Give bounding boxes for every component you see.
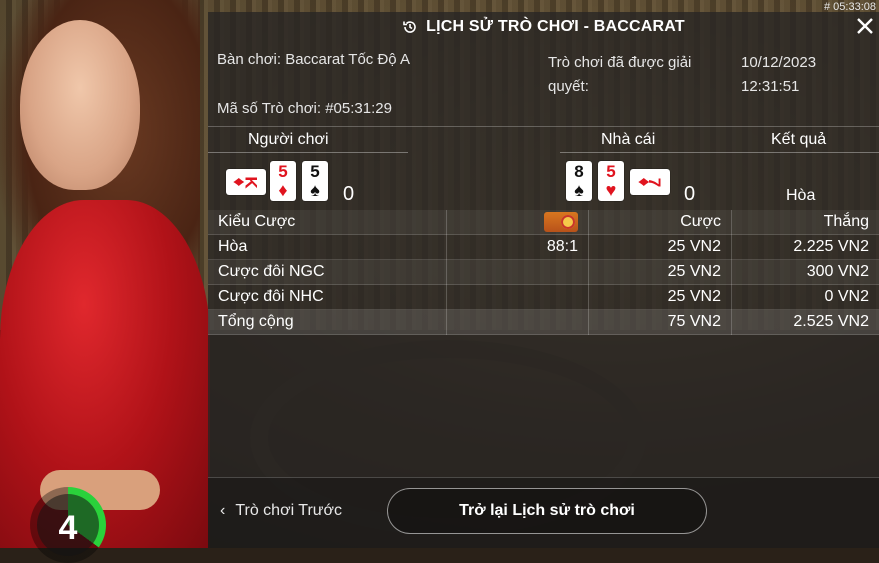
player-score: 0 (343, 183, 354, 206)
outcome: Hòa (786, 187, 815, 205)
game-history-panel: LỊCH SỬ TRÒ CHƠI - BACCARAT Bàn chơi: Ba… (208, 12, 879, 548)
dealer-face (20, 20, 140, 190)
bet-amount: 25 VN2 (589, 235, 732, 260)
close-icon[interactable] (855, 16, 875, 36)
bet-odds (447, 260, 589, 285)
chip-icon (544, 212, 578, 232)
settled-date: 10/12/2023 (741, 51, 816, 75)
total-bet: 75 VN2 (589, 310, 732, 335)
bet-type: Hòa (208, 235, 447, 260)
bet-odds: 88:1 (447, 235, 589, 260)
bets-table: Kiểu Cược Cược Thắng Hòa 88:1 25 VN2 2.2… (208, 210, 879, 335)
player-card: ♦K (226, 169, 266, 195)
total-odds (447, 310, 589, 335)
timer-value: 4 (30, 509, 106, 548)
countdown-timer: 4 (30, 487, 106, 563)
bet-type: Cược đôi NGC (208, 260, 447, 285)
player-header: Người chơi (248, 131, 329, 149)
card-rank: 8 (566, 162, 592, 181)
card-suit: ♦ (270, 181, 296, 199)
header-divider (208, 152, 408, 153)
settled-time: 12:31:51 (741, 75, 799, 99)
card-suit: ♥ (598, 181, 624, 199)
card-rank: 5 (302, 162, 328, 181)
card-suit: ♠ (302, 181, 328, 199)
chevron-left-icon: ‹ (220, 502, 225, 520)
previous-game-label: Trò chơi Trước (235, 502, 342, 520)
panel-header: LỊCH SỬ TRÒ CHƠI - BACCARAT (208, 12, 879, 42)
settled-label: Trò chơi đã được giải quyết: (548, 51, 728, 99)
banker-card: ♦7 (630, 169, 670, 195)
total-label: Tổng cộng (208, 310, 447, 335)
card-rank: 5 (270, 162, 296, 181)
card-suit: ♠ (566, 181, 592, 199)
win-amount: 2.225 VN2 (732, 235, 879, 260)
table-row: Hòa 88:1 25 VN2 2.225 VN2 (208, 235, 879, 260)
win-amount: 0 VN2 (732, 285, 879, 310)
game-result: Người chơi Nhà cái Kết quả ♦K5♦5♠ 0 8♠5♥… (208, 126, 879, 213)
player-card: 5♦ (270, 161, 296, 201)
back-to-history-button[interactable]: Trở lại Lịch sử trò chơi (387, 488, 707, 534)
panel-footer: ‹ Trò chơi Trước Trở lại Lịch sử trò chơ… (208, 477, 879, 548)
win-amount: 300 VN2 (732, 260, 879, 285)
bet-amount: 25 VN2 (589, 285, 732, 310)
card-rank: K (242, 176, 261, 188)
bet-type: Cược đôi NHC (208, 285, 447, 310)
card-rank: 5 (598, 162, 624, 181)
bet-odds (447, 285, 589, 310)
total-win: 2.525 VN2 (732, 310, 879, 335)
table-name: Bàn chơi: Baccarat Tốc Độ A (217, 51, 410, 68)
bet-amount: 25 VN2 (589, 260, 732, 285)
banker-card: 5♥ (598, 161, 624, 201)
card-rank: 7 (646, 177, 665, 186)
previous-game-button[interactable]: ‹ Trò chơi Trước (220, 502, 342, 520)
banker-header: Nhà cái (601, 131, 655, 149)
bet-type-header: Kiểu Cược (208, 210, 447, 235)
win-header: Thắng (732, 210, 879, 235)
bet-header: Cược (589, 210, 732, 235)
header-divider (560, 152, 879, 153)
odds-header (447, 210, 589, 235)
game-info: Bàn chơi: Baccarat Tốc Độ A Mã số Trò ch… (208, 42, 879, 126)
table-row: Cược đôi NGC 25 VN2 300 VN2 (208, 260, 879, 285)
total-row: Tổng cộng 75 VN2 2.525 VN2 (208, 310, 879, 335)
result-header: Kết quả (771, 131, 826, 149)
banker-score: 0 (684, 183, 695, 206)
banker-card: 8♠ (566, 161, 592, 201)
panel-title: LỊCH SỬ TRÒ CHƠI - BACCARAT (426, 18, 685, 36)
history-icon (402, 19, 418, 35)
bets-header-row: Kiểu Cược Cược Thắng (208, 210, 879, 235)
table-row: Cược đôi NHC 25 VN2 0 VN2 (208, 285, 879, 310)
game-id: Mã số Trò chơi: #05:31:29 (217, 100, 392, 117)
player-card: 5♠ (302, 161, 328, 201)
